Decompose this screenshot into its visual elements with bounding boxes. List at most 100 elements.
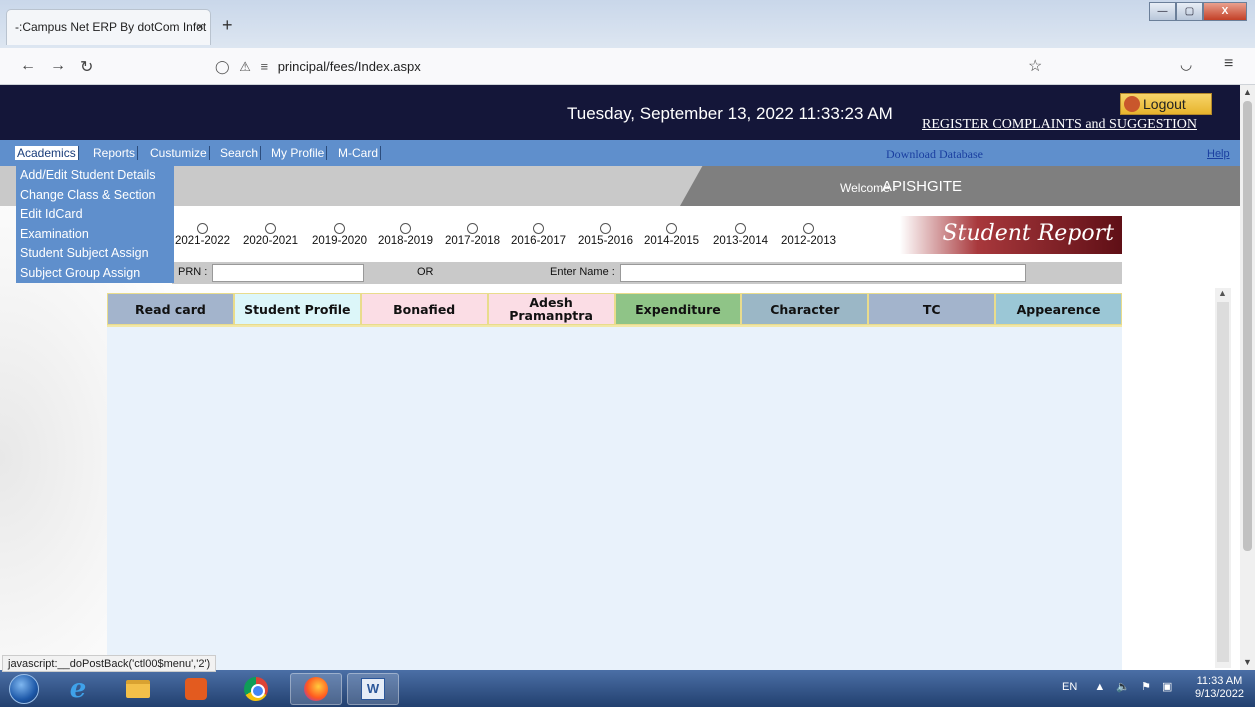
logout-label: Logout bbox=[1143, 96, 1186, 112]
taskbar-clock[interactable]: 11:33 AM 9/13/2022 bbox=[1195, 675, 1244, 701]
menu-my-profile[interactable]: My Profile bbox=[269, 146, 328, 160]
expenditure-button[interactable]: Expenditure bbox=[614, 293, 742, 325]
maximize-button[interactable]: ▢ bbox=[1176, 2, 1203, 21]
tab-title: -:Campus Net ERP By dotCom Infot bbox=[15, 20, 207, 34]
radio-button[interactable] bbox=[334, 223, 345, 234]
minimize-button[interactable]: — bbox=[1149, 2, 1176, 21]
year-option[interactable]: 2021-2022 bbox=[175, 223, 230, 247]
permissions-icon: ≡ bbox=[260, 59, 269, 74]
student-profile-button[interactable]: Student Profile bbox=[233, 293, 361, 325]
close-window-button[interactable]: X bbox=[1203, 2, 1247, 21]
shield-icon: ◯ bbox=[215, 59, 230, 74]
year-option[interactable]: 2018-2019 bbox=[378, 223, 433, 247]
language-indicator[interactable]: EN bbox=[1062, 681, 1077, 693]
appearence-button[interactable]: Appearence bbox=[995, 293, 1122, 325]
page-scrollbar[interactable]: ▲ ▼ bbox=[1240, 85, 1255, 670]
word-icon: W bbox=[361, 678, 385, 700]
browser-titlebar: -:Campus Net ERP By dotCom Infot × + — ▢… bbox=[0, 0, 1255, 48]
radio-button[interactable] bbox=[400, 223, 411, 234]
browser-tab[interactable]: -:Campus Net ERP By dotCom Infot × bbox=[6, 9, 211, 45]
action-center-icon[interactable]: ⚑ bbox=[1141, 681, 1151, 693]
network-icon[interactable]: ▣ bbox=[1162, 681, 1172, 693]
year-option[interactable]: 2016-2017 bbox=[511, 223, 566, 247]
hamburger-menu-icon[interactable]: ≡ bbox=[1224, 55, 1233, 73]
menu-reports[interactable]: Reports bbox=[91, 146, 139, 160]
radio-button[interactable] bbox=[735, 223, 746, 234]
adesh-pramanptra-button[interactable]: Adesh Pramanptra bbox=[487, 293, 615, 325]
taskbar-chrome[interactable] bbox=[230, 673, 282, 705]
inner-scroll-thumb[interactable] bbox=[1217, 302, 1229, 662]
status-bar: javascript:__doPostBack('ctl00$menu','2'… bbox=[2, 655, 217, 672]
radio-button[interactable] bbox=[467, 223, 478, 234]
tray-expand-icon[interactable]: ▲ bbox=[1094, 681, 1105, 693]
scroll-up-icon[interactable]: ▲ bbox=[1243, 87, 1252, 97]
url-text: principal/fees/Index.aspx bbox=[277, 59, 421, 74]
tab-close-icon[interactable]: × bbox=[196, 19, 204, 34]
year-option[interactable]: 2014-2015 bbox=[644, 223, 699, 247]
taskbar-firefox[interactable] bbox=[290, 673, 342, 705]
volume-icon[interactable]: 🔈 bbox=[1116, 681, 1130, 693]
clock-time: 11:33 AM bbox=[1196, 675, 1243, 687]
user-logout-icon bbox=[1124, 96, 1140, 112]
dropdown-item-examination[interactable]: Examination bbox=[20, 225, 170, 245]
radio-button[interactable] bbox=[197, 223, 208, 234]
chrome-icon bbox=[244, 677, 268, 701]
dropdown-item-add-edit-student[interactable]: Add/Edit Student Details bbox=[20, 166, 170, 186]
radio-button[interactable] bbox=[803, 223, 814, 234]
report-content-panel bbox=[107, 325, 1122, 670]
taskbar-explorer[interactable] bbox=[112, 673, 164, 705]
download-database-link[interactable]: Download Database bbox=[886, 147, 983, 162]
new-tab-button[interactable]: + bbox=[222, 15, 233, 36]
radio-button[interactable] bbox=[533, 223, 544, 234]
radio-button[interactable] bbox=[666, 223, 677, 234]
dropdown-item-edit-idcard[interactable]: Edit IdCard bbox=[20, 205, 170, 225]
year-option[interactable]: 2020-2021 bbox=[243, 223, 298, 247]
year-option[interactable]: 2012-2013 bbox=[781, 223, 836, 247]
radio-button[interactable] bbox=[265, 223, 276, 234]
menu-academics[interactable]: Academics bbox=[15, 146, 79, 160]
header-datetime: Tuesday, September 13, 2022 11:33:23 AM bbox=[567, 104, 893, 123]
back-arrow-icon[interactable]: ← bbox=[20, 57, 36, 75]
inner-scrollbar[interactable]: ▲ bbox=[1215, 288, 1231, 668]
scroll-up-icon[interactable]: ▲ bbox=[1218, 288, 1227, 298]
pocket-icon[interactable]: ◡ bbox=[1180, 56, 1192, 73]
taskbar-media[interactable] bbox=[170, 673, 222, 705]
name-input[interactable] bbox=[620, 264, 1026, 282]
student-report-banner: Student Report bbox=[900, 216, 1122, 254]
start-button[interactable] bbox=[4, 673, 44, 705]
bookmark-star-icon[interactable]: ☆ bbox=[1028, 56, 1042, 76]
tc-button[interactable]: TC bbox=[868, 293, 996, 325]
academics-dropdown: Add/Edit Student Details Change Class & … bbox=[16, 164, 174, 283]
firefox-icon bbox=[304, 677, 328, 701]
taskbar-word[interactable]: W bbox=[347, 673, 399, 705]
menu-m-card[interactable]: M-Card bbox=[336, 146, 382, 160]
dropdown-item-subject-assign[interactable]: Student Subject Assign bbox=[20, 244, 170, 264]
welcome-user-name: APISHGITE bbox=[882, 178, 963, 195]
menu-customize[interactable]: Custumize bbox=[148, 146, 210, 160]
prn-input[interactable] bbox=[212, 264, 364, 282]
dropdown-item-change-class[interactable]: Change Class & Section bbox=[20, 186, 170, 206]
page-header: Tuesday, September 13, 2022 11:33:23 AM … bbox=[0, 85, 1240, 140]
taskbar-ie[interactable]: e bbox=[52, 673, 104, 705]
scroll-down-icon[interactable]: ▼ bbox=[1243, 657, 1252, 667]
page-scroll-thumb[interactable] bbox=[1243, 101, 1252, 551]
help-link[interactable]: Help bbox=[1207, 148, 1230, 160]
forward-arrow-icon[interactable]: → bbox=[50, 57, 66, 75]
year-option[interactable]: 2019-2020 bbox=[312, 223, 367, 247]
search-row: PRN : OR Enter Name : bbox=[172, 262, 1122, 284]
dropdown-item-subject-group[interactable]: Subject Group Assign bbox=[20, 264, 170, 284]
read-card-button[interactable]: Read card bbox=[107, 293, 234, 325]
radio-button[interactable] bbox=[600, 223, 611, 234]
main-menu: Academics Reports Custumize Search My Pr… bbox=[0, 140, 1240, 166]
year-option[interactable]: 2015-2016 bbox=[578, 223, 633, 247]
bonafied-button[interactable]: Bonafied bbox=[360, 293, 488, 325]
register-complaints-link[interactable]: REGISTER COMPLAINTS and SUGGESTION bbox=[922, 117, 1197, 133]
character-button[interactable]: Character bbox=[741, 293, 869, 325]
reload-icon[interactable]: ↻ bbox=[80, 57, 93, 77]
logout-button[interactable]: Logout bbox=[1120, 93, 1212, 115]
menu-search[interactable]: Search bbox=[218, 146, 262, 160]
year-option[interactable]: 2013-2014 bbox=[713, 223, 768, 247]
year-option[interactable]: 2017-2018 bbox=[445, 223, 500, 247]
address-bar[interactable]: ◯ ⚠ ≡ principal/fees/Index.aspx bbox=[215, 56, 1025, 78]
enter-name-label: Enter Name : bbox=[550, 266, 615, 278]
